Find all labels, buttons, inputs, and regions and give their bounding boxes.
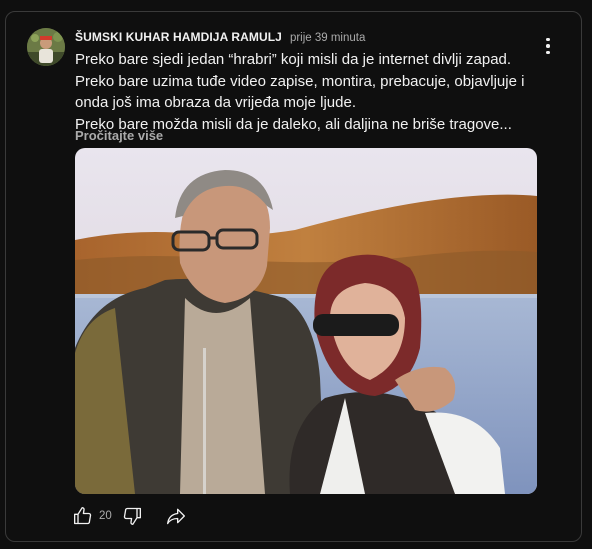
avatar-image [27,28,65,66]
community-post-card: ŠUMSKI KUHAR HAMDIJA RAMULJ prije 39 min… [5,11,582,542]
post-header: ŠUMSKI KUHAR HAMDIJA RAMULJ prije 39 min… [75,30,365,44]
channel-avatar[interactable] [27,28,65,66]
like-count: 20 [99,510,112,522]
more-actions-button[interactable] [536,34,560,58]
dislike-button[interactable] [120,504,144,528]
post-text: Preko bare sjedi jedan “hrabri” koji mis… [75,49,535,135]
post-actions: 20 [71,504,188,528]
share-button[interactable] [164,504,188,528]
read-more-link[interactable]: Pročitajte više [75,128,163,143]
post-text-line: Preko bare uzima tuđe video zapise, mont… [75,72,525,90]
channel-name[interactable]: ŠUMSKI KUHAR HAMDIJA RAMULJ [75,30,282,44]
like-button[interactable] [71,504,95,528]
more-vert-icon [546,37,550,42]
post-image[interactable] [75,148,537,494]
photo-couple-by-lake [75,148,537,494]
thumb-up-icon [74,507,92,525]
share-icon [166,508,185,525]
post-timestamp[interactable]: prije 39 minuta [290,32,365,44]
post-text-line: onda još ima obraza da vrijeđa moje ljud… [75,94,356,111]
post-text-line: Preko bare sjedi jedan “hrabri” koji mis… [75,51,512,68]
thumb-down-icon [123,507,141,525]
